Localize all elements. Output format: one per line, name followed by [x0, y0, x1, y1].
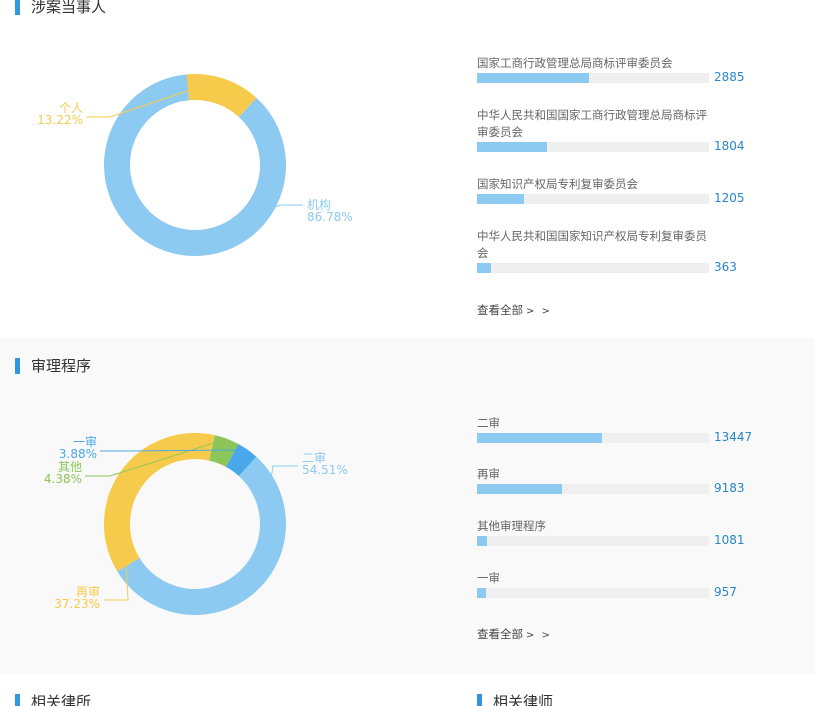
bar-item[interactable]: 二审 13447: [477, 415, 777, 444]
bar-fill: [477, 263, 492, 273]
bar-track: [477, 142, 709, 152]
donut-slice-4[interactable]: [225, 443, 257, 477]
bar-row: 1205: [477, 191, 777, 205]
bar-item[interactable]: 再审 9183: [477, 466, 777, 495]
section-related: 相关律所 相关律师: [0, 674, 815, 706]
bar-fill: [477, 484, 563, 494]
donut-chart-procedure: 二审54.51%再审37.23%其他4.38%一审3.88%: [44, 433, 348, 615]
bar-row: 9183: [477, 481, 777, 495]
bar-value: 363: [714, 260, 737, 274]
section-procedure: 审理程序 二审 54.51% 再审 37.23% 其他 4.38% 一审 3.88% 二审 13…: [0, 338, 815, 674]
slice-percent-label: 4.38%: [44, 472, 82, 486]
bar-track: [477, 588, 709, 598]
bar-item[interactable]: 一审 957: [477, 570, 777, 599]
bar-row: 13447: [477, 430, 777, 444]
double-chevron-right-icon: > >: [526, 306, 552, 317]
bar-track: [477, 263, 709, 273]
donut-slice-2[interactable]: [186, 74, 257, 118]
view-all-text: 查看全部: [477, 627, 523, 641]
bar-label: 中华人民共和国国家知识产权局专利复审委员会: [477, 229, 707, 260]
bar-item[interactable]: 其他审理程序 1081: [477, 518, 777, 547]
double-chevron-right-icon: > >: [526, 630, 552, 641]
bar-label: 其他审理程序: [477, 519, 546, 533]
bar-fill: [477, 588, 486, 598]
slice-percent-label: 37.23%: [54, 597, 100, 611]
bar-fill: [477, 433, 602, 443]
bar-value: 957: [714, 585, 737, 599]
bar-value: 2885: [714, 70, 745, 84]
bar-item[interactable]: 中华人民共和国国家知识产权局专利复审委员会 363: [477, 228, 777, 274]
bar-value: 1205: [714, 191, 745, 205]
donut-slice-1[interactable]: [104, 74, 286, 256]
bar-fill: [477, 142, 547, 152]
bar-label: 中华人民共和国国家工商行政管理总局商标评审委员会: [477, 108, 707, 139]
bar-fill: [477, 194, 524, 204]
slice-percent-label: 13.22%: [37, 113, 83, 127]
slice-percent-label: 3.88%: [59, 447, 97, 461]
donut-slice-1[interactable]: [117, 456, 286, 615]
section-title-lawyers: 相关律师: [477, 692, 553, 706]
bar-item[interactable]: 中华人民共和国国家工商行政管理总局商标评审委员会 1804: [477, 107, 777, 153]
bar-track: [477, 536, 709, 546]
bar-item[interactable]: 国家知识产权局专利复审委员会 1205: [477, 176, 777, 205]
bar-label: 国家知识产权局专利复审委员会: [477, 177, 638, 191]
bar-track: [477, 433, 709, 443]
view-all-link[interactable]: 查看全部 > >: [477, 302, 552, 318]
view-all-text: 查看全部: [477, 303, 523, 317]
slice-percent-label: 86.78%: [307, 210, 353, 224]
bar-label: 一审: [477, 571, 500, 585]
bar-row: 2885: [477, 70, 777, 84]
section-title-law-firms: 相关律所: [15, 692, 91, 706]
slice-percent-label: 54.51%: [302, 463, 348, 477]
bar-label: 再审: [477, 467, 500, 481]
bar-value: 1081: [714, 533, 745, 547]
bar-track: [477, 484, 709, 494]
bar-list-parties: 国家工商行政管理总局商标评审委员会 2885 中华人民共和国国家工商行政管理总局商标…: [477, 0, 777, 338]
bar-label: 二审: [477, 416, 500, 430]
bar-fill: [477, 73, 589, 83]
bar-row: 363: [477, 260, 777, 274]
bar-label: 国家工商行政管理总局商标评审委员会: [477, 56, 673, 70]
section-parties: 涉案当事人 机构 86.78% 个人 13.22% 国家工商行政管理总局商标评审委员会…: [0, 0, 815, 338]
donut-slice-3[interactable]: [208, 435, 239, 468]
bar-track: [477, 194, 709, 204]
bar-track: [477, 73, 709, 83]
bar-value: 13447: [714, 430, 753, 444]
donut-chart-parties: 机构86.78%个人13.22%: [37, 74, 353, 256]
view-all-link[interactable]: 查看全部 > >: [477, 626, 552, 642]
bar-item[interactable]: 国家工商行政管理总局商标评审委员会 2885: [477, 55, 777, 84]
bar-value: 1804: [714, 139, 745, 153]
bar-row: 1804: [477, 139, 777, 153]
donut-slice-2[interactable]: [104, 433, 215, 572]
bar-value: 9183: [714, 481, 745, 495]
bar-row: 957: [477, 585, 777, 599]
bar-row: 1081: [477, 533, 777, 547]
bar-fill: [477, 536, 488, 546]
bar-list-procedure: 二审 13447 再审 9183 其他审理程序 1081 一审 957 查看全部 > >: [477, 338, 777, 674]
